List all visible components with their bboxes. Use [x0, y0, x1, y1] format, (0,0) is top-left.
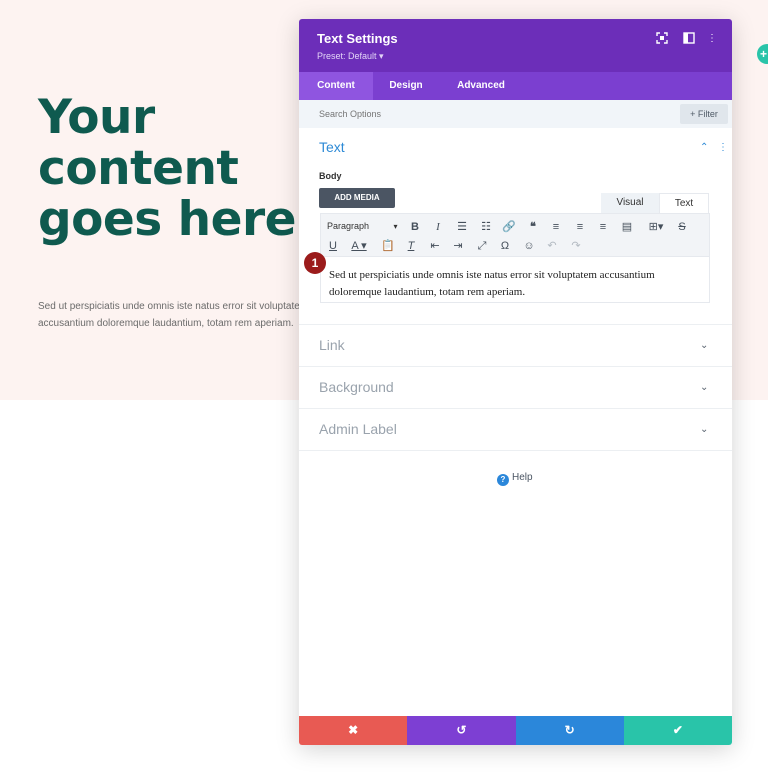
link-icon[interactable]: 🔗: [501, 219, 517, 235]
editor-tab-text[interactable]: Text: [659, 193, 709, 213]
section-admin-label[interactable]: Admin Label: [319, 421, 397, 437]
bold-icon[interactable]: B: [407, 219, 423, 235]
add-media-button[interactable]: ADD MEDIA: [319, 188, 395, 208]
step-badge: 1: [304, 252, 326, 274]
section-background[interactable]: Background: [319, 379, 394, 395]
align-left-icon[interactable]: ≡: [548, 219, 564, 235]
indent-icon[interactable]: ⇥: [450, 238, 466, 254]
hero-heading: Your content goes here.: [38, 90, 314, 247]
divider: [299, 450, 732, 451]
modal-footer: ✖ ↺ ↻ ✔: [299, 716, 732, 745]
paragraph-format-select[interactable]: Paragraph ▾: [327, 221, 398, 231]
modal-header: Text Settings Preset: Default ▾ ⋮: [299, 19, 732, 72]
search-options-input[interactable]: [319, 106, 619, 122]
table-icon[interactable]: ⊞▾: [645, 219, 667, 235]
underline-icon[interactable]: U: [325, 238, 341, 254]
redo-icon: ↻: [564, 723, 575, 737]
settings-tabs: Content Design Advanced: [299, 72, 732, 100]
justify-icon[interactable]: ▤: [619, 219, 635, 235]
blockquote-icon[interactable]: ❝: [525, 219, 541, 235]
split-view-icon[interactable]: [682, 32, 696, 46]
chevron-down-icon[interactable]: ⌄: [700, 424, 708, 435]
chevron-up-icon[interactable]: ⌃: [700, 142, 708, 153]
text-settings-modal: Text Settings Preset: Default ▾ ⋮ Conten…: [299, 19, 732, 745]
expand-icon[interactable]: ⤢: [474, 238, 490, 254]
text-editor-area[interactable]: Sed ut perspiciatis unde omnis iste natu…: [320, 257, 710, 303]
strikethrough-icon[interactable]: S: [674, 219, 690, 235]
save-button[interactable]: ✔: [623, 716, 732, 745]
undo-icon[interactable]: ↶: [544, 238, 560, 254]
more-options-icon[interactable]: ⋮: [705, 32, 719, 46]
fullscreen-icon[interactable]: [655, 32, 669, 46]
divider: [299, 324, 732, 325]
checkmark-icon: ✔: [672, 723, 683, 737]
special-character-icon[interactable]: Ω: [497, 238, 513, 254]
clear-format-icon[interactable]: T: [403, 238, 419, 254]
redo-icon[interactable]: ↷: [568, 238, 584, 254]
paste-text-icon[interactable]: 📋: [380, 238, 396, 254]
tab-advanced[interactable]: Advanced: [447, 72, 515, 100]
tab-design[interactable]: Design: [377, 72, 435, 100]
body-field-label: Body: [319, 171, 342, 181]
text-section-heading[interactable]: Text: [319, 139, 345, 155]
search-bar: + Filter: [299, 100, 732, 128]
editor-toolbar: Paragraph ▾ B I ☰ ☷ 🔗 ❝ ≡ ≡ ≡ ▤ ⊞▾ S U A…: [320, 213, 710, 257]
align-right-icon[interactable]: ≡: [595, 219, 611, 235]
undo-icon: ↺: [456, 723, 467, 737]
chevron-down-icon[interactable]: ⌄: [700, 382, 708, 393]
undo-button[interactable]: ↺: [407, 716, 516, 745]
divider: [299, 366, 732, 367]
align-center-icon[interactable]: ≡: [572, 219, 588, 235]
numbered-list-icon[interactable]: ☷: [478, 219, 494, 235]
help-link[interactable]: ? Help: [497, 472, 533, 486]
outdent-icon[interactable]: ⇤: [427, 238, 443, 254]
close-icon: ✖: [348, 723, 359, 737]
divider: [299, 408, 732, 409]
hero-body-text: Sed ut perspiciatis unde omnis iste natu…: [38, 301, 303, 329]
chevron-down-icon[interactable]: ⌄: [700, 340, 708, 351]
section-link[interactable]: Link: [319, 337, 345, 353]
preset-dropdown[interactable]: Preset: Default ▾: [317, 51, 384, 62]
help-icon: ?: [497, 474, 509, 486]
italic-icon[interactable]: I: [430, 219, 446, 235]
modal-title: Text Settings: [317, 31, 398, 46]
cancel-button[interactable]: ✖: [299, 716, 408, 745]
editor-tab-visual[interactable]: Visual: [601, 193, 659, 213]
text-color-icon[interactable]: A ▾: [348, 238, 370, 254]
filter-button[interactable]: + Filter: [680, 104, 728, 124]
emoji-icon[interactable]: ☺: [521, 238, 537, 254]
redo-button[interactable]: ↻: [515, 716, 624, 745]
tab-content[interactable]: Content: [299, 72, 373, 100]
bullet-list-icon[interactable]: ☰: [454, 219, 470, 235]
editor-content[interactable]: Sed ut perspiciatis unde omnis iste natu…: [329, 267, 701, 301]
section-options-icon[interactable]: ⋮: [718, 142, 728, 153]
